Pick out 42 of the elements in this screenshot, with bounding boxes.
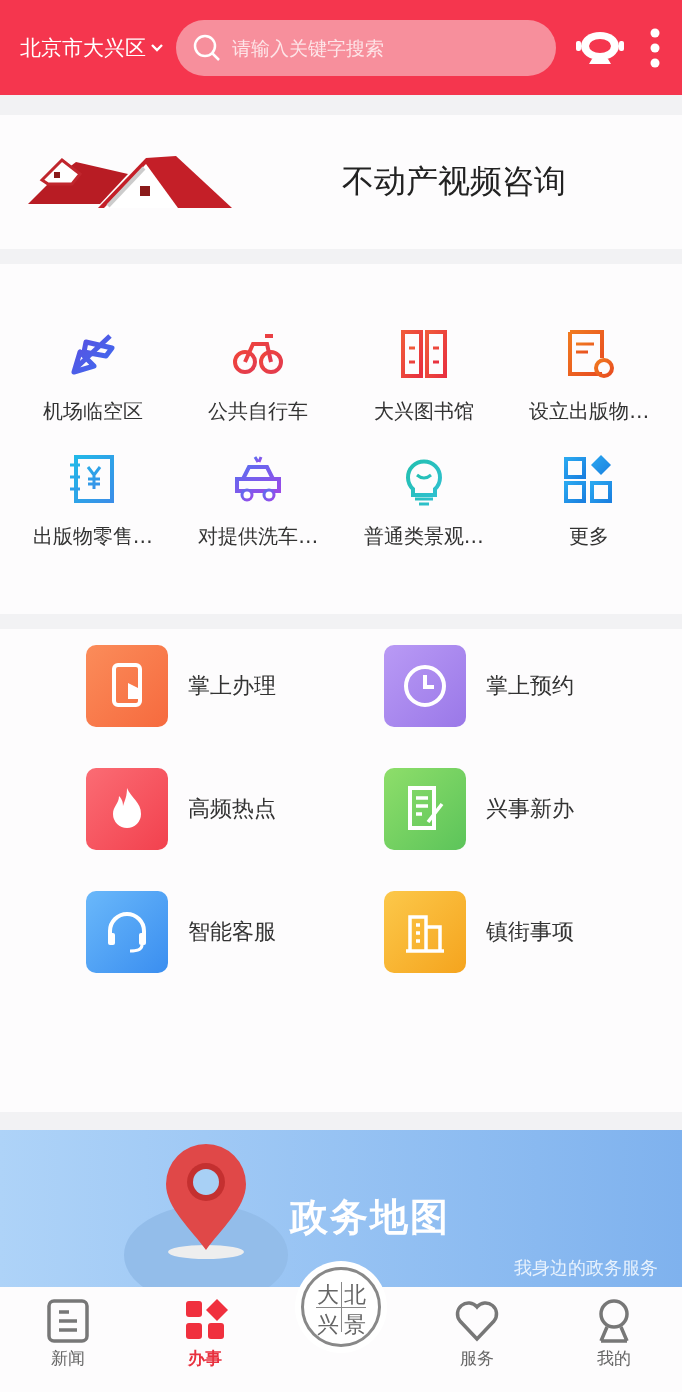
shortcut-label: 设立出版物… (529, 398, 650, 425)
service-label: 镇街事项 (486, 918, 574, 946)
tab[interactable]: 我的 (545, 1297, 682, 1370)
promo-card[interactable]: 不动产视频咨询 (0, 115, 682, 249)
news-icon (45, 1297, 92, 1343)
service-label: 高频热点 (188, 795, 276, 823)
shortcut-item[interactable]: 设立出版物… (506, 328, 672, 425)
shortcut-label: 机场临空区 (42, 398, 143, 425)
more-vertical-icon (650, 27, 660, 68)
tab[interactable]: 新闻 (0, 1297, 137, 1370)
service-label: 智能客服 (188, 918, 276, 946)
service-label: 掌上办理 (188, 672, 276, 700)
shortcut-item[interactable]: 公共自行车 (175, 328, 341, 425)
shortcut-label: 普通类景观… (363, 523, 484, 550)
chevron-down-icon (150, 42, 164, 53)
shortcut-item[interactable]: 对提供洗车… (175, 453, 341, 550)
tab[interactable]: 服务 (409, 1297, 546, 1370)
service-item[interactable]: 高频热点 (86, 768, 384, 850)
tab[interactable]: 办事 (136, 1297, 273, 1370)
shortcut-item[interactable]: 机场临空区 (10, 328, 176, 425)
service-label: 掌上预约 (486, 672, 574, 700)
shortcut-item[interactable]: 出版物零售… (10, 453, 176, 550)
shortcut-item[interactable]: 更多 (506, 453, 672, 550)
shortcut-label: 出版物零售… (32, 523, 153, 550)
shortcut-label: 公共自行车 (208, 398, 309, 425)
shortcut-label: 大兴图书馆 (373, 398, 474, 425)
search-icon (192, 32, 222, 63)
service-item[interactable]: 镇街事项 (384, 891, 682, 973)
service-item[interactable]: 智能客服 (86, 891, 384, 973)
service-item[interactable]: 兴事新办 (384, 768, 682, 850)
shortcut-label: 对提供洗车… (198, 523, 319, 550)
search-field[interactable]: 请输入关键字搜索 (176, 19, 556, 76)
service-item[interactable]: 掌上预约 (384, 645, 682, 727)
shortcut-label: 更多 (569, 523, 610, 550)
location-selector[interactable]: 北京市大兴区 (20, 33, 164, 62)
promo-title: 不动产视频咨询 (342, 161, 566, 202)
service-label: 兴事新办 (486, 795, 574, 823)
service-item[interactable]: 掌上办理 (86, 645, 384, 727)
banner-title: 政务地图 (290, 1194, 450, 1241)
banner-subtitle: 我身边的政务服务 (514, 1256, 658, 1280)
shortcut-item[interactable]: 普通类景观… (341, 453, 507, 550)
shortcut-item[interactable]: 大兴图书馆 (341, 328, 507, 425)
